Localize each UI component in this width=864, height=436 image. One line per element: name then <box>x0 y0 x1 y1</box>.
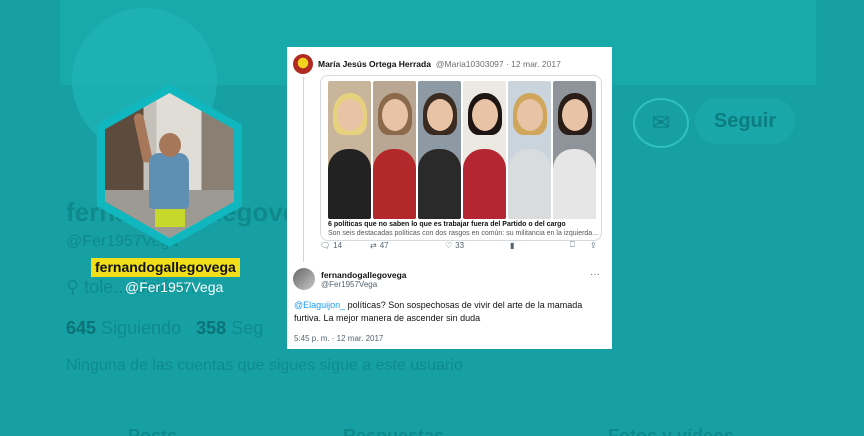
reply-timestamp[interactable]: 5:45 p. m. · 12 mar. 2017 <box>294 334 383 343</box>
quoted-author-avatar[interactable] <box>293 54 313 74</box>
overlay-handle-label: @Fer1957Vega <box>125 279 224 295</box>
tab-replies[interactable]: Respuestas <box>343 426 444 436</box>
reply-author-avatar[interactable] <box>293 268 315 290</box>
tab-media[interactable]: Fotos y vídeos <box>608 426 734 436</box>
photo-1 <box>328 81 371 219</box>
mail-icon: ✉ <box>651 110 671 135</box>
quoted-handle-date: @Maria10303097 · 12 mar. 2017 <box>435 59 561 69</box>
share-action[interactable]: ⇪ <box>590 241 597 250</box>
tweet-card: María Jesús Ortega Herrada @Maria1030309… <box>287 47 612 349</box>
reply-author-name[interactable]: fernandogallegovega <box>321 270 407 280</box>
photo-6 <box>553 81 596 219</box>
mention-link[interactable]: @Elaguijon_ <box>294 300 345 310</box>
tweet-media-card[interactable]: 6 políticas que no saben lo que es traba… <box>320 75 602 241</box>
tab-posts[interactable]: Posts <box>128 426 177 436</box>
more-options-icon[interactable]: ··· <box>590 269 600 280</box>
bookmark-action[interactable]: ⎕ <box>570 240 575 250</box>
photo-3 <box>418 81 461 219</box>
reply-header: fernandogallegovega @Fer1957Vega <box>293 268 407 290</box>
retweet-icon: ⇄ <box>370 240 377 250</box>
bookmark-icon: ⎕ <box>570 240 575 249</box>
photo-4 <box>463 81 506 219</box>
hexagon-avatar <box>97 84 242 247</box>
overlay-name-label: fernandogallegovega <box>91 258 240 277</box>
quoted-tweet-header: María Jesús Ortega Herrada @Maria1030309… <box>293 54 561 74</box>
photo-5 <box>508 81 551 219</box>
comment-icon: 🗨 <box>320 240 331 250</box>
reply-action[interactable]: 🗨 14 <box>320 241 342 250</box>
chart-icon: ▮ <box>510 240 515 250</box>
follow-button[interactable]: Seguir <box>695 98 795 144</box>
photo-2 <box>373 81 416 219</box>
politicians-photo-strip <box>328 81 596 221</box>
retweet-action[interactable]: ⇄ 47 <box>370 241 389 250</box>
location-icon: ⚲ <box>66 277 85 297</box>
profile-stats: 645 Siguiendo 358 Seg <box>66 318 264 338</box>
reply-author-handle[interactable]: @Fer1957Vega <box>321 280 407 289</box>
thread-line <box>303 77 304 262</box>
message-button[interactable]: ✉ <box>633 98 689 148</box>
analytics-action[interactable]: ▮ <box>510 241 514 250</box>
quoted-author-name[interactable]: María Jesús Ortega Herrada <box>318 59 431 69</box>
like-action[interactable]: ♡ 33 <box>445 241 464 250</box>
heart-icon: ♡ <box>445 240 453 250</box>
mutual-note: Ninguna de las cuentas que sigues sigue … <box>66 357 463 374</box>
media-caption: 6 políticas que no saben lo que es traba… <box>328 221 599 237</box>
share-icon: ⇪ <box>590 240 597 250</box>
reply-text: @Elaguijon_ políticas? Son sospechosas d… <box>294 300 583 323</box>
